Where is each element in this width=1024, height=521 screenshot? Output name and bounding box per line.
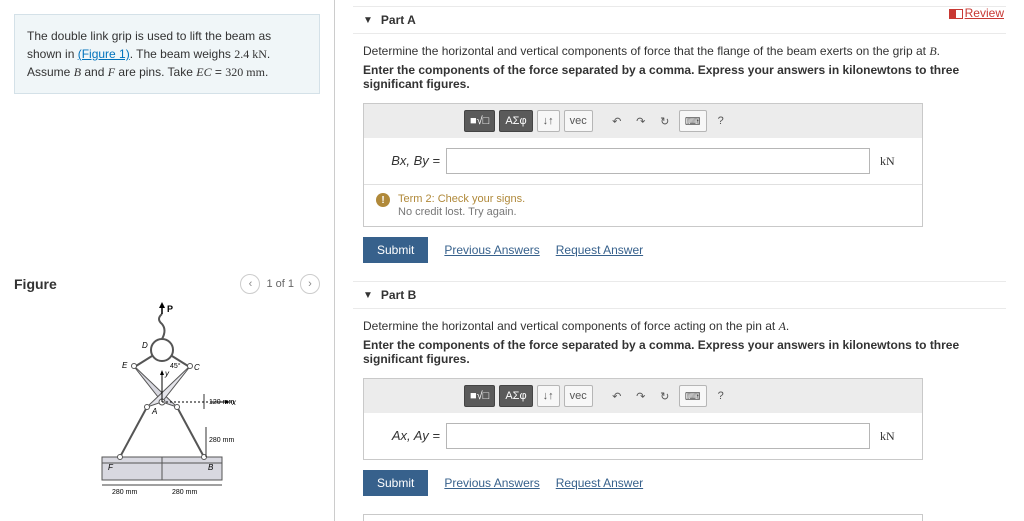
svg-text:B: B xyxy=(208,463,214,472)
svg-text:D: D xyxy=(142,341,148,350)
flag-icon xyxy=(949,9,963,19)
part-a-answer-box: ■√□ ΑΣφ ↓↑ vec ↶ ↷ ↻ ⌨ ? Bx, By = kN ! T… xyxy=(363,103,923,227)
figure-prev-button[interactable]: ‹ xyxy=(240,274,260,294)
svg-text:E: E xyxy=(122,361,128,370)
reset-button[interactable]: ↻ xyxy=(655,110,675,132)
undo-button[interactable]: ↶ xyxy=(607,110,627,132)
figure-next-button[interactable]: › xyxy=(300,274,320,294)
figure-link[interactable]: (Figure 1) xyxy=(78,47,130,61)
part-a-request-link[interactable]: Request Answer xyxy=(556,243,643,257)
keyboard-button[interactable]: ⌨ xyxy=(679,385,707,407)
help-button[interactable]: ? xyxy=(711,385,731,407)
part-b-answer-box: ■√□ ΑΣφ ↓↑ vec ↶ ↷ ↻ ⌨ ? Ax, Ay = kN xyxy=(363,378,923,460)
vec-button[interactable]: vec xyxy=(564,110,593,132)
part-b-header[interactable]: ▼Part B xyxy=(353,281,1006,309)
figure-diagram: P D E A C F B x y 45° 120 mm 280 mm 280 … xyxy=(14,302,320,505)
part-b-input[interactable] xyxy=(446,423,870,449)
svg-text:P: P xyxy=(167,304,173,314)
svg-text:280 mm: 280 mm xyxy=(209,437,234,444)
symbols-button[interactable]: ΑΣφ xyxy=(499,110,532,132)
review-label: Review xyxy=(965,6,1004,20)
part-a-header[interactable]: ▼Part A xyxy=(353,6,1006,34)
keyboard-button[interactable]: ⌨ xyxy=(679,110,707,132)
help-button[interactable]: ? xyxy=(711,110,731,132)
part-b-incorrect: ✖ Incorrect; Try Again; 5 attempts remai… xyxy=(363,514,923,521)
part-a-instruction: Determine the horizontal and vertical co… xyxy=(363,44,996,59)
chevron-down-icon: ▼ xyxy=(363,15,373,26)
part-b-request-link[interactable]: Request Answer xyxy=(556,476,643,490)
svg-text:45°: 45° xyxy=(170,362,181,370)
svg-text:y: y xyxy=(164,369,170,378)
svg-text:120 mm: 120 mm xyxy=(209,399,234,406)
part-a-previous-link[interactable]: Previous Answers xyxy=(444,243,539,257)
part-b-var-label: Ax, Ay = xyxy=(376,428,446,444)
subsuper-button[interactable]: ↓↑ xyxy=(537,385,560,407)
templates-button[interactable]: ■√□ xyxy=(464,110,495,132)
part-a-format: Enter the components of the force separa… xyxy=(363,63,996,91)
part-a-toolbar: ■√□ ΑΣφ ↓↑ vec ↶ ↷ ↻ ⌨ ? xyxy=(364,104,922,138)
part-a-input[interactable] xyxy=(446,148,870,174)
reset-button[interactable]: ↻ xyxy=(655,385,675,407)
figure-title: Figure xyxy=(14,276,57,292)
chevron-down-icon: ▼ xyxy=(363,290,373,301)
svg-text:280 mm: 280 mm xyxy=(112,489,137,496)
redo-button[interactable]: ↷ xyxy=(631,110,651,132)
warning-icon: ! xyxy=(376,193,390,207)
part-a-feedback: ! Term 2: Check your signs. No credit lo… xyxy=(364,184,922,226)
part-a-submit-button[interactable]: Submit xyxy=(363,237,428,263)
problem-statement: The double link grip is used to lift the… xyxy=(14,14,320,94)
part-b-submit-button[interactable]: Submit xyxy=(363,470,428,496)
undo-button[interactable]: ↶ xyxy=(607,385,627,407)
svg-text:A: A xyxy=(151,407,157,416)
vec-button[interactable]: vec xyxy=(564,385,593,407)
svg-text:C: C xyxy=(194,363,200,372)
part-b-toolbar: ■√□ ΑΣφ ↓↑ vec ↶ ↷ ↻ ⌨ ? xyxy=(364,379,922,413)
templates-button[interactable]: ■√□ xyxy=(464,385,495,407)
redo-button[interactable]: ↷ xyxy=(631,385,651,407)
figure-counter: 1 of 1 xyxy=(266,278,294,290)
part-a-unit: kN xyxy=(870,154,910,169)
part-b-instruction: Determine the horizontal and vertical co… xyxy=(363,319,996,334)
part-b-format: Enter the components of the force separa… xyxy=(363,338,996,366)
part-b-previous-link[interactable]: Previous Answers xyxy=(444,476,539,490)
symbols-button[interactable]: ΑΣφ xyxy=(499,385,532,407)
part-b-unit: kN xyxy=(870,429,910,444)
subsuper-button[interactable]: ↓↑ xyxy=(537,110,560,132)
review-link[interactable]: Review xyxy=(949,6,1004,20)
svg-text:280 mm: 280 mm xyxy=(172,489,197,496)
part-a-var-label: Bx, By = xyxy=(376,153,446,169)
